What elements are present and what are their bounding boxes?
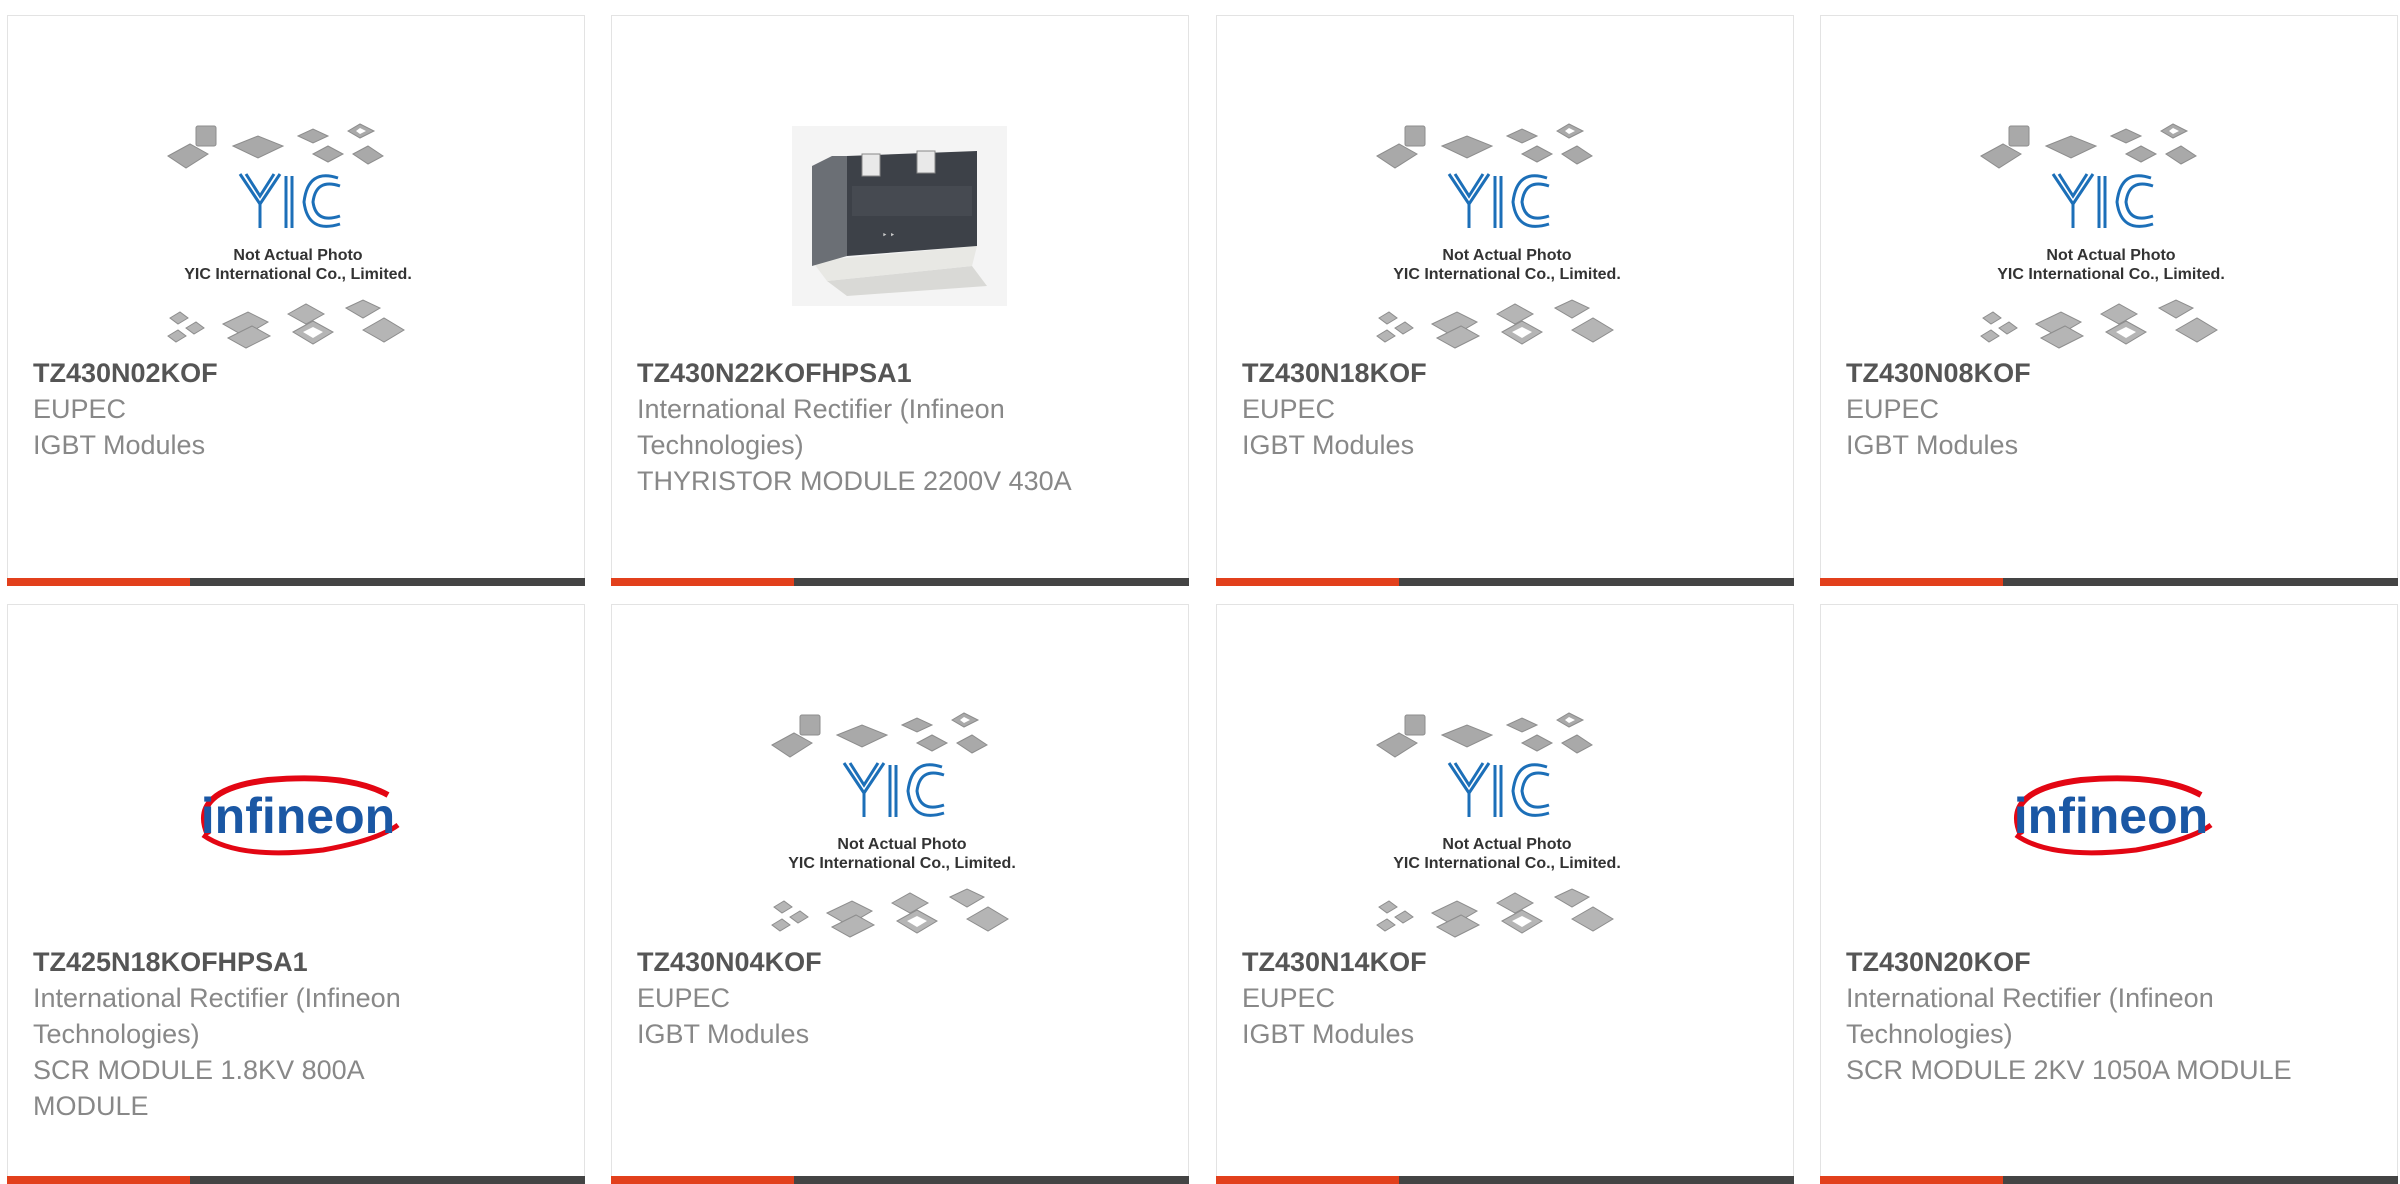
description: SCR MODULE 1.8KV 800A MODULE [33, 1055, 364, 1121]
placeholder-caption-line1: Not Actual Photo [233, 247, 362, 264]
card-accent-bar [611, 1176, 794, 1184]
placeholder-caption-line2: YIC International Co., Limited. [1997, 266, 2225, 283]
product-card[interactable]: Not Actual Photo YIC International Co., … [1216, 15, 1794, 586]
infineon-logo: infineon [201, 775, 400, 856]
manufacturer: International Rectifier (Infineon Techno… [33, 983, 401, 1049]
part-number-link[interactable]: TZ430N08KOF [1846, 355, 2296, 391]
manufacturer: International Rectifier (Infineon Techno… [1846, 983, 2214, 1049]
product-info: TZ430N04KOF EUPEC IGBT Modules [637, 944, 1087, 1052]
product-card[interactable]: infineon TZ425N18KOFHPSA1 International R… [7, 604, 585, 1184]
placeholder-image: Not Actual Photo YIC International Co., … [1980, 123, 2225, 349]
placeholder-image: Not Actual Photo YIC International Co., … [167, 123, 412, 349]
product-info: TZ430N08KOF EUPEC IGBT Modules [1846, 355, 2296, 463]
product-thumbnail[interactable]: Not Actual Photo YIC International Co., … [1357, 685, 1657, 955]
card-accent-bar [7, 1176, 190, 1184]
card-bottom-bar [1820, 578, 2398, 586]
product-card[interactable]: Not Actual Photo YIC International Co., … [7, 15, 585, 586]
card-bottom-bar [611, 1176, 1189, 1184]
card-accent-bar [7, 578, 190, 586]
product-info: TZ430N14KOF EUPEC IGBT Modules [1242, 944, 1692, 1052]
placeholder-caption-line1: Not Actual Photo [1442, 836, 1571, 853]
product-thumbnail[interactable]: Not Actual Photo YIC International Co., … [1961, 96, 2261, 366]
card-accent-bar [1216, 1176, 1399, 1184]
product-card[interactable]: Not Actual Photo YIC International Co., … [1216, 604, 1794, 1184]
product-thumbnail[interactable]: infineon [148, 685, 448, 955]
product-thumbnail[interactable]: Not Actual Photo YIC International Co., … [148, 96, 448, 366]
product-thumbnail[interactable]: ‣ ‣ [752, 96, 1052, 366]
manufacturer: EUPEC [1846, 394, 1940, 424]
yic-logo-y [238, 173, 282, 228]
manufacturer: EUPEC [1242, 983, 1336, 1013]
product-info: TZ430N22KOFHPSA1 International Rectifier … [637, 355, 1087, 499]
manufacturer: International Rectifier (Infineon Techno… [637, 394, 1005, 460]
card-accent-bar [1216, 578, 1399, 586]
description: IGBT Modules [1242, 1019, 1415, 1049]
product-grid: Not Actual Photo YIC International Co., … [0, 0, 2400, 1184]
placeholder-caption-line1: Not Actual Photo [1442, 247, 1571, 264]
yic-logo-y [1447, 173, 1491, 228]
placeholder-caption-line1: Not Actual Photo [2046, 247, 2175, 264]
part-number-link[interactable]: TZ430N18KOF [1242, 355, 1692, 391]
description: IGBT Modules [33, 430, 206, 460]
description: SCR MODULE 2KV 1050A MODULE [1846, 1055, 2292, 1085]
placeholder-caption-line1: Not Actual Photo [837, 836, 966, 853]
card-bottom-bar [1820, 1176, 2398, 1184]
product-thumbnail[interactable]: Not Actual Photo YIC International Co., … [1357, 96, 1657, 366]
part-number-link[interactable]: TZ430N20KOF [1846, 944, 2296, 980]
placeholder-caption-line2: YIC International Co., Limited. [1393, 855, 1621, 872]
manufacturer: EUPEC [1242, 394, 1336, 424]
card-bottom-bar [7, 1176, 585, 1184]
card-accent-bar [611, 578, 794, 586]
svg-text:‣ ‣: ‣ ‣ [882, 230, 895, 240]
card-bottom-bar [1216, 578, 1794, 586]
placeholder-caption-line2: YIC International Co., Limited. [1393, 266, 1621, 283]
placeholder-image: Not Actual Photo YIC International Co., … [771, 712, 1016, 938]
yic-logo-y [1447, 762, 1491, 817]
yic-logo-y [2051, 173, 2095, 228]
product-card[interactable]: ‣ ‣ TZ430N22KOFHPSA1 International Rectif… [611, 15, 1189, 586]
product-card[interactable]: infineon TZ430N20KOF International Rectif… [1820, 604, 2398, 1184]
card-bottom-bar [1216, 1176, 1794, 1184]
product-card[interactable]: Not Actual Photo YIC International Co., … [1820, 15, 2398, 586]
description: THYRISTOR MODULE 2200V 430A [637, 466, 1072, 496]
product-thumbnail[interactable]: infineon [1961, 685, 2261, 955]
manufacturer: EUPEC [637, 983, 731, 1013]
infineon-logo-text: infineon [201, 788, 395, 844]
placeholder-image: Not Actual Photo YIC International Co., … [1376, 123, 1621, 349]
description: IGBT Modules [1242, 430, 1415, 460]
thyristor-module-photo: ‣ ‣ [792, 126, 1007, 306]
card-accent-bar [1820, 578, 2003, 586]
product-info: TZ430N18KOF EUPEC IGBT Modules [1242, 355, 1692, 463]
manufacturer: EUPEC [33, 394, 127, 424]
yic-logo-y [842, 762, 886, 817]
product-info: TZ425N18KOFHPSA1 International Rectifier … [33, 944, 483, 1124]
part-number-link[interactable]: TZ430N02KOF [33, 355, 483, 391]
part-number-link[interactable]: TZ430N04KOF [637, 944, 1087, 980]
placeholder-image: Not Actual Photo YIC International Co., … [1376, 712, 1621, 938]
product-info: TZ430N20KOF International Rectifier (Infi… [1846, 944, 2296, 1088]
placeholder-caption-line2: YIC International Co., Limited. [184, 266, 412, 283]
placeholder-caption-line2: YIC International Co., Limited. [788, 855, 1016, 872]
card-accent-bar [1820, 1176, 2003, 1184]
infineon-logo: infineon [2014, 775, 2213, 856]
infineon-logo-text: infineon [2014, 788, 2208, 844]
description: IGBT Modules [637, 1019, 810, 1049]
card-bottom-bar [7, 578, 585, 586]
product-info: TZ430N02KOF EUPEC IGBT Modules [33, 355, 483, 463]
part-number-link[interactable]: TZ430N22KOFHPSA1 [637, 355, 1087, 391]
product-card[interactable]: Not Actual Photo YIC International Co., … [611, 604, 1189, 1184]
card-bottom-bar [611, 578, 1189, 586]
description: IGBT Modules [1846, 430, 2019, 460]
part-number-link[interactable]: TZ430N14KOF [1242, 944, 1692, 980]
part-number-link[interactable]: TZ425N18KOFHPSA1 [33, 944, 483, 980]
product-thumbnail[interactable]: Not Actual Photo YIC International Co., … [752, 685, 1052, 955]
